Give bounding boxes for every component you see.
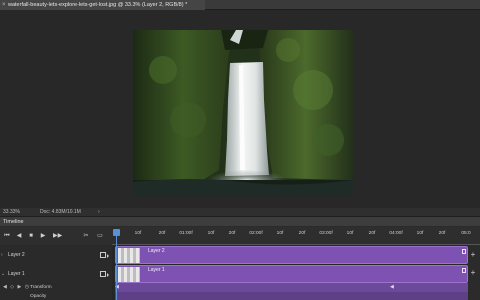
document-size: Doc: 4.83M/10.1M [40,209,81,215]
ruler-tick-label: 04:00f [389,231,403,236]
timeline-controls: ⏮ ◀ ■ ▶ ▶▶ ✂ ▭ [0,227,112,245]
document-tab-bar: × waterfall-beauty-lets-explore-lets-get… [0,0,480,10]
timeline-panel-header: Timeline [0,216,480,226]
property-row-opacity[interactable]: Opacity [0,292,112,300]
layer-row-layer-1[interactable]: ⌄ Layer 1 [0,267,112,281]
film-strip-icon[interactable] [100,252,109,258]
property-row-transform[interactable]: ◀ ◇ ▶ ◷ Transform [0,283,112,292]
layer-row-layer-2[interactable]: › Layer 2 [0,248,112,262]
status-menu-arrow-icon[interactable]: › [98,208,100,216]
add-media-icon[interactable]: + [468,268,478,278]
collapse-chevron-icon[interactable]: ⌄ [1,267,5,281]
canvas-area[interactable] [0,10,480,208]
ruler-tick-label: 20f [298,231,306,236]
clip-name: Layer 1 [148,267,165,273]
previous-frame-icon[interactable]: ◀ [15,232,23,240]
opacity-track[interactable] [115,292,468,300]
ruler-tick-label: 20f [158,231,166,236]
keyframe-marker[interactable]: ◀ [390,284,394,290]
layer-name: Layer 1 [8,271,25,277]
clip-end-handle[interactable] [462,249,466,254]
playhead-handle[interactable] [113,229,120,236]
ruler-tick-label: 20f [228,231,236,236]
next-frame-icon[interactable]: ▶▶ [53,232,62,240]
ruler-tick-label: 20f [368,231,376,236]
ruler-tick-label: 20f [438,231,446,236]
status-bar: 33.33% Doc: 4.83M/10.1M › [0,208,480,216]
ruler-tick-label: 02:00f [249,231,263,236]
waterfall-photo [133,30,353,196]
clip-thumbnail [118,267,140,282]
timeline-layer-list: › Layer 2 ⌄ Layer 1 ◀ ◇ ▶ ◷ Transform Op… [0,245,112,300]
clip-layer-2[interactable]: Layer 2 [115,246,468,264]
ruler-tick-label: 10f [276,231,284,236]
property-label: Opacity [30,294,47,299]
ruler-tick-label: 10f [134,231,142,236]
layer-name: Layer 2 [8,252,25,258]
expand-chevron-icon[interactable]: › [1,248,3,262]
stop-icon[interactable]: ■ [27,232,35,240]
clip-layer-1[interactable]: Layer 1 [115,265,468,283]
document-tab[interactable]: × waterfall-beauty-lets-explore-lets-get… [0,0,205,10]
ruler-tick-label: 03:00f [319,231,333,236]
split-clip-icon[interactable]: ✂ [82,232,90,240]
keyframe-nav-icons[interactable]: ◀ ◇ ▶ ◷ [3,283,30,292]
transform-track[interactable]: ◀ ◀ [115,283,468,292]
zoom-level[interactable]: 33.33% [3,208,20,216]
film-strip-icon[interactable] [100,271,109,277]
timeline-tracks[interactable]: Layer 2 Layer 1 ◀ ◀ [112,245,468,300]
playhead-line [116,236,117,300]
add-media-icon[interactable]: + [468,250,478,260]
timeline-title: Timeline [3,219,24,225]
clip-end-handle[interactable] [462,268,466,273]
ruler-tick-label: 05:0 [461,231,471,236]
timeline-ruler[interactable]: 10f 20f 01:00f 10f 20f 02:00f 10f 20f 03… [112,227,480,245]
ruler-tick-label: 10f [346,231,354,236]
close-tab-icon[interactable]: × [2,0,6,10]
ruler-tick-label: 10f [207,231,215,236]
clip-thumbnail [118,248,140,263]
ruler-tick-label: 10f [416,231,424,236]
document-tab-title: waterfall-beauty-lets-explore-lets-get-l… [8,2,188,8]
property-label: Transform [30,285,52,290]
transition-icon[interactable]: ▭ [96,232,104,240]
clip-name: Layer 2 [148,248,165,254]
ruler-tick-label: 01:00f [179,231,193,236]
play-icon[interactable]: ▶ [39,232,47,240]
go-to-first-frame-icon[interactable]: ⏮ [3,232,11,240]
